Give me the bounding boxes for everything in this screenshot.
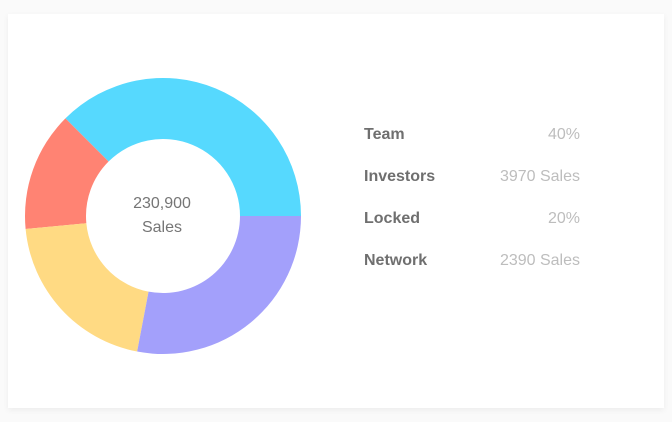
legend-value: 40% (547, 126, 580, 143)
legend-item-network: Network 2390 Sales (364, 240, 580, 282)
legend-label: Investors (364, 168, 436, 185)
legend-value: 2390 Sales (499, 252, 580, 269)
legend-item-locked: Locked 20% (364, 198, 580, 240)
legend-label: Network (364, 252, 428, 269)
legend-value: 20% (547, 210, 580, 227)
legend-item-investors: Investors 3970 Sales (364, 156, 580, 198)
donut-center: 230,900 Sales (102, 192, 222, 240)
legend-value: 3970 Sales (499, 168, 580, 185)
center-value: 230,900 (133, 195, 191, 212)
legend-label: Team (364, 126, 405, 143)
chart-legend: Team 40% Investors 3970 Sales Locked 20%… (364, 114, 580, 282)
center-label: Sales (141, 219, 183, 236)
slice-locked (25, 223, 149, 352)
legend-item-team: Team 40% (364, 114, 580, 156)
legend-label: Locked (364, 210, 421, 227)
